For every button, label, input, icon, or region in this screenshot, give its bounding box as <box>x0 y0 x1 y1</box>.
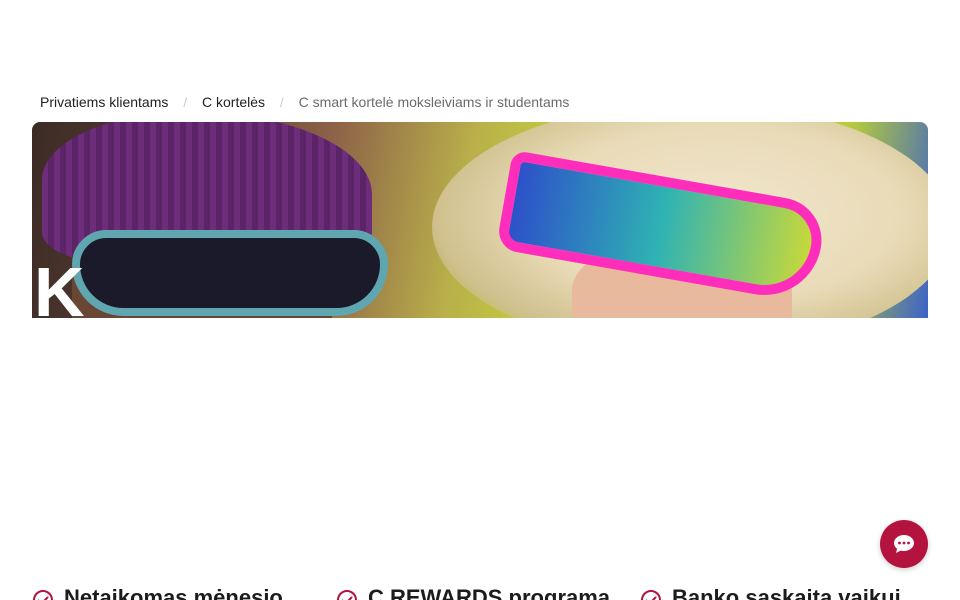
check-circle-icon <box>33 590 53 600</box>
breadcrumb-separator: / <box>280 94 284 110</box>
breadcrumb-current: C smart kortelė moksleiviams ir studenta… <box>298 94 570 110</box>
check-circle-icon <box>337 590 357 600</box>
breadcrumb: Privatiems klientams / C kortelės / C sm… <box>40 94 569 110</box>
features-row: Netaikomas mėnesio C REWARDS programa Ba… <box>32 584 928 600</box>
breadcrumb-separator: / <box>183 94 187 110</box>
breadcrumb-item-private-clients[interactable]: Privatiems klientams <box>40 94 168 110</box>
breadcrumb-item-c-cards[interactable]: C kortelės <box>202 94 265 110</box>
feature-title: C REWARDS programa <box>368 585 611 600</box>
feature-item: Banko sąskaita vaikui <box>640 584 901 600</box>
feature-title: Netaikomas mėnesio <box>64 585 283 600</box>
hero-image: K <box>32 122 928 318</box>
chat-button[interactable] <box>880 520 928 568</box>
feature-item: C REWARDS programa <box>336 584 610 600</box>
hero-title-letter: K <box>34 253 85 318</box>
feature-item: Netaikomas mėnesio <box>32 584 283 600</box>
chat-bubble-icon <box>894 535 914 553</box>
check-circle-icon <box>641 590 661 600</box>
feature-title: Banko sąskaita vaikui <box>672 585 901 600</box>
hero-sunglasses-left-shape <box>72 230 388 316</box>
